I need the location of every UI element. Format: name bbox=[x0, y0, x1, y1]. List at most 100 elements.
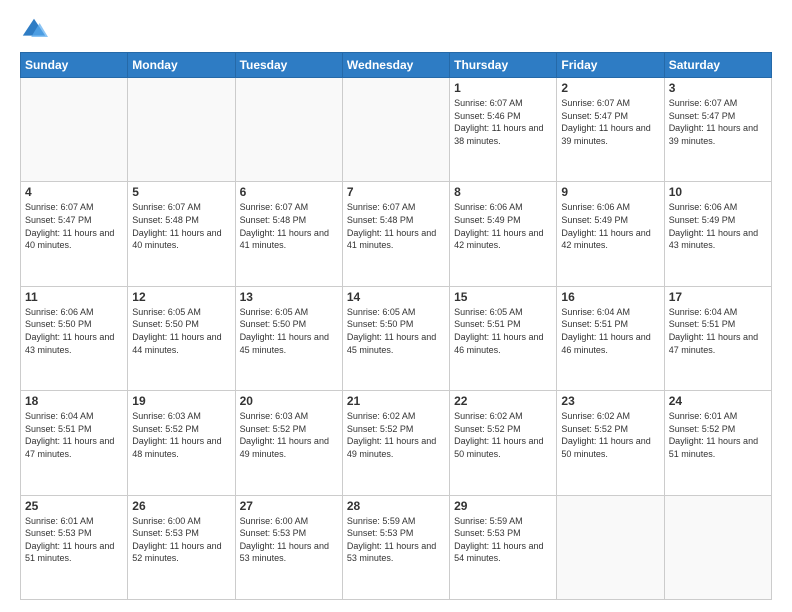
calendar-cell: 10 Sunrise: 6:06 AMSunset: 5:49 PMDayligh… bbox=[664, 182, 771, 286]
day-number: 28 bbox=[347, 499, 445, 513]
calendar-week-row: 25 Sunrise: 6:01 AMSunset: 5:53 PMDayligh… bbox=[21, 495, 772, 599]
day-detail: Sunrise: 6:07 AMSunset: 5:46 PMDaylight:… bbox=[454, 97, 552, 147]
calendar-cell: 4 Sunrise: 6:07 AMSunset: 5:47 PMDaylight… bbox=[21, 182, 128, 286]
day-detail: Sunrise: 6:00 AMSunset: 5:53 PMDaylight:… bbox=[132, 515, 230, 565]
calendar-week-row: 18 Sunrise: 6:04 AMSunset: 5:51 PMDayligh… bbox=[21, 391, 772, 495]
day-detail: Sunrise: 6:05 AMSunset: 5:51 PMDaylight:… bbox=[454, 306, 552, 356]
day-detail: Sunrise: 6:03 AMSunset: 5:52 PMDaylight:… bbox=[240, 410, 338, 460]
calendar-cell: 15Sunrise: 6:05 AMSunset: 5:51 PMDayligh… bbox=[450, 286, 557, 390]
calendar-week-row: 1 Sunrise: 6:07 AMSunset: 5:46 PMDaylight… bbox=[21, 78, 772, 182]
day-detail: Sunrise: 6:02 AMSunset: 5:52 PMDaylight:… bbox=[561, 410, 659, 460]
calendar-cell bbox=[557, 495, 664, 599]
day-detail: Sunrise: 6:03 AMSunset: 5:52 PMDaylight:… bbox=[132, 410, 230, 460]
day-number: 2 bbox=[561, 81, 659, 95]
calendar-week-row: 11 Sunrise: 6:06 AMSunset: 5:50 PMDayligh… bbox=[21, 286, 772, 390]
day-number: 25 bbox=[25, 499, 123, 513]
calendar-header-friday: Friday bbox=[557, 53, 664, 78]
calendar-cell: 16 Sunrise: 6:04 AMSunset: 5:51 PMDayligh… bbox=[557, 286, 664, 390]
day-number: 18 bbox=[25, 394, 123, 408]
calendar-header-saturday: Saturday bbox=[664, 53, 771, 78]
day-number: 13 bbox=[240, 290, 338, 304]
calendar-cell: 20 Sunrise: 6:03 AMSunset: 5:52 PMDayligh… bbox=[235, 391, 342, 495]
day-detail: Sunrise: 6:04 AMSunset: 5:51 PMDaylight:… bbox=[25, 410, 123, 460]
calendar-cell: 14Sunrise: 6:05 AMSunset: 5:50 PMDayligh… bbox=[342, 286, 449, 390]
day-number: 1 bbox=[454, 81, 552, 95]
calendar-header-sunday: Sunday bbox=[21, 53, 128, 78]
day-detail: Sunrise: 6:01 AMSunset: 5:52 PMDaylight:… bbox=[669, 410, 767, 460]
calendar-table: SundayMondayTuesdayWednesdayThursdayFrid… bbox=[20, 52, 772, 600]
day-number: 16 bbox=[561, 290, 659, 304]
day-number: 23 bbox=[561, 394, 659, 408]
calendar-cell: 7 Sunrise: 6:07 AMSunset: 5:48 PMDaylight… bbox=[342, 182, 449, 286]
day-detail: Sunrise: 6:07 AMSunset: 5:48 PMDaylight:… bbox=[132, 201, 230, 251]
day-number: 17 bbox=[669, 290, 767, 304]
day-detail: Sunrise: 6:07 AMSunset: 5:47 PMDaylight:… bbox=[669, 97, 767, 147]
calendar-cell: 8 Sunrise: 6:06 AMSunset: 5:49 PMDaylight… bbox=[450, 182, 557, 286]
day-detail: Sunrise: 6:05 AMSunset: 5:50 PMDaylight:… bbox=[240, 306, 338, 356]
calendar-cell: 26 Sunrise: 6:00 AMSunset: 5:53 PMDayligh… bbox=[128, 495, 235, 599]
day-detail: Sunrise: 6:07 AMSunset: 5:48 PMDaylight:… bbox=[347, 201, 445, 251]
calendar-cell: 17 Sunrise: 6:04 AMSunset: 5:51 PMDayligh… bbox=[664, 286, 771, 390]
day-number: 24 bbox=[669, 394, 767, 408]
calendar-cell: 5 Sunrise: 6:07 AMSunset: 5:48 PMDaylight… bbox=[128, 182, 235, 286]
day-detail: Sunrise: 6:06 AMSunset: 5:49 PMDaylight:… bbox=[669, 201, 767, 251]
calendar-cell bbox=[342, 78, 449, 182]
day-detail: Sunrise: 6:05 AMSunset: 5:50 PMDaylight:… bbox=[347, 306, 445, 356]
calendar-cell: 28 Sunrise: 5:59 AMSunset: 5:53 PMDayligh… bbox=[342, 495, 449, 599]
calendar-header-monday: Monday bbox=[128, 53, 235, 78]
calendar-cell: 11 Sunrise: 6:06 AMSunset: 5:50 PMDayligh… bbox=[21, 286, 128, 390]
logo bbox=[20, 16, 52, 44]
day-number: 3 bbox=[669, 81, 767, 95]
calendar-header-thursday: Thursday bbox=[450, 53, 557, 78]
day-number: 5 bbox=[132, 185, 230, 199]
day-detail: Sunrise: 6:02 AMSunset: 5:52 PMDaylight:… bbox=[347, 410, 445, 460]
calendar-cell: 19 Sunrise: 6:03 AMSunset: 5:52 PMDayligh… bbox=[128, 391, 235, 495]
day-detail: Sunrise: 6:01 AMSunset: 5:53 PMDaylight:… bbox=[25, 515, 123, 565]
calendar-header-tuesday: Tuesday bbox=[235, 53, 342, 78]
calendar-cell: 27 Sunrise: 6:00 AMSunset: 5:53 PMDayligh… bbox=[235, 495, 342, 599]
calendar-cell: 23 Sunrise: 6:02 AMSunset: 5:52 PMDayligh… bbox=[557, 391, 664, 495]
page: SundayMondayTuesdayWednesdayThursdayFrid… bbox=[0, 0, 792, 612]
day-number: 4 bbox=[25, 185, 123, 199]
calendar-header-wednesday: Wednesday bbox=[342, 53, 449, 78]
calendar-cell: 29Sunrise: 5:59 AMSunset: 5:53 PMDayligh… bbox=[450, 495, 557, 599]
calendar-week-row: 4 Sunrise: 6:07 AMSunset: 5:47 PMDaylight… bbox=[21, 182, 772, 286]
day-number: 7 bbox=[347, 185, 445, 199]
calendar-cell bbox=[664, 495, 771, 599]
day-detail: Sunrise: 6:00 AMSunset: 5:53 PMDaylight:… bbox=[240, 515, 338, 565]
day-number: 21 bbox=[347, 394, 445, 408]
calendar-cell: 3 Sunrise: 6:07 AMSunset: 5:47 PMDaylight… bbox=[664, 78, 771, 182]
calendar-cell: 12Sunrise: 6:05 AMSunset: 5:50 PMDayligh… bbox=[128, 286, 235, 390]
calendar-cell: 22Sunrise: 6:02 AMSunset: 5:52 PMDayligh… bbox=[450, 391, 557, 495]
day-detail: Sunrise: 6:06 AMSunset: 5:49 PMDaylight:… bbox=[454, 201, 552, 251]
day-detail: Sunrise: 6:06 AMSunset: 5:50 PMDaylight:… bbox=[25, 306, 123, 356]
header bbox=[20, 16, 772, 44]
day-detail: Sunrise: 6:04 AMSunset: 5:51 PMDaylight:… bbox=[669, 306, 767, 356]
day-number: 11 bbox=[25, 290, 123, 304]
day-number: 10 bbox=[669, 185, 767, 199]
day-number: 29 bbox=[454, 499, 552, 513]
calendar-header-row: SundayMondayTuesdayWednesdayThursdayFrid… bbox=[21, 53, 772, 78]
day-number: 9 bbox=[561, 185, 659, 199]
day-number: 20 bbox=[240, 394, 338, 408]
day-number: 27 bbox=[240, 499, 338, 513]
day-detail: Sunrise: 6:02 AMSunset: 5:52 PMDaylight:… bbox=[454, 410, 552, 460]
calendar-cell: 21 Sunrise: 6:02 AMSunset: 5:52 PMDayligh… bbox=[342, 391, 449, 495]
day-detail: Sunrise: 5:59 AMSunset: 5:53 PMDaylight:… bbox=[347, 515, 445, 565]
calendar-cell bbox=[128, 78, 235, 182]
logo-icon bbox=[20, 16, 48, 44]
day-detail: Sunrise: 6:07 AMSunset: 5:48 PMDaylight:… bbox=[240, 201, 338, 251]
calendar-cell bbox=[21, 78, 128, 182]
calendar-cell: 13 Sunrise: 6:05 AMSunset: 5:50 PMDayligh… bbox=[235, 286, 342, 390]
calendar-cell bbox=[235, 78, 342, 182]
day-number: 19 bbox=[132, 394, 230, 408]
calendar-cell: 2Sunrise: 6:07 AMSunset: 5:47 PMDaylight… bbox=[557, 78, 664, 182]
day-detail: Sunrise: 6:04 AMSunset: 5:51 PMDaylight:… bbox=[561, 306, 659, 356]
day-number: 12 bbox=[132, 290, 230, 304]
day-detail: Sunrise: 6:07 AMSunset: 5:47 PMDaylight:… bbox=[25, 201, 123, 251]
day-number: 26 bbox=[132, 499, 230, 513]
calendar-cell: 6Sunrise: 6:07 AMSunset: 5:48 PMDaylight… bbox=[235, 182, 342, 286]
calendar-cell: 9Sunrise: 6:06 AMSunset: 5:49 PMDaylight… bbox=[557, 182, 664, 286]
day-number: 8 bbox=[454, 185, 552, 199]
calendar-cell: 25 Sunrise: 6:01 AMSunset: 5:53 PMDayligh… bbox=[21, 495, 128, 599]
